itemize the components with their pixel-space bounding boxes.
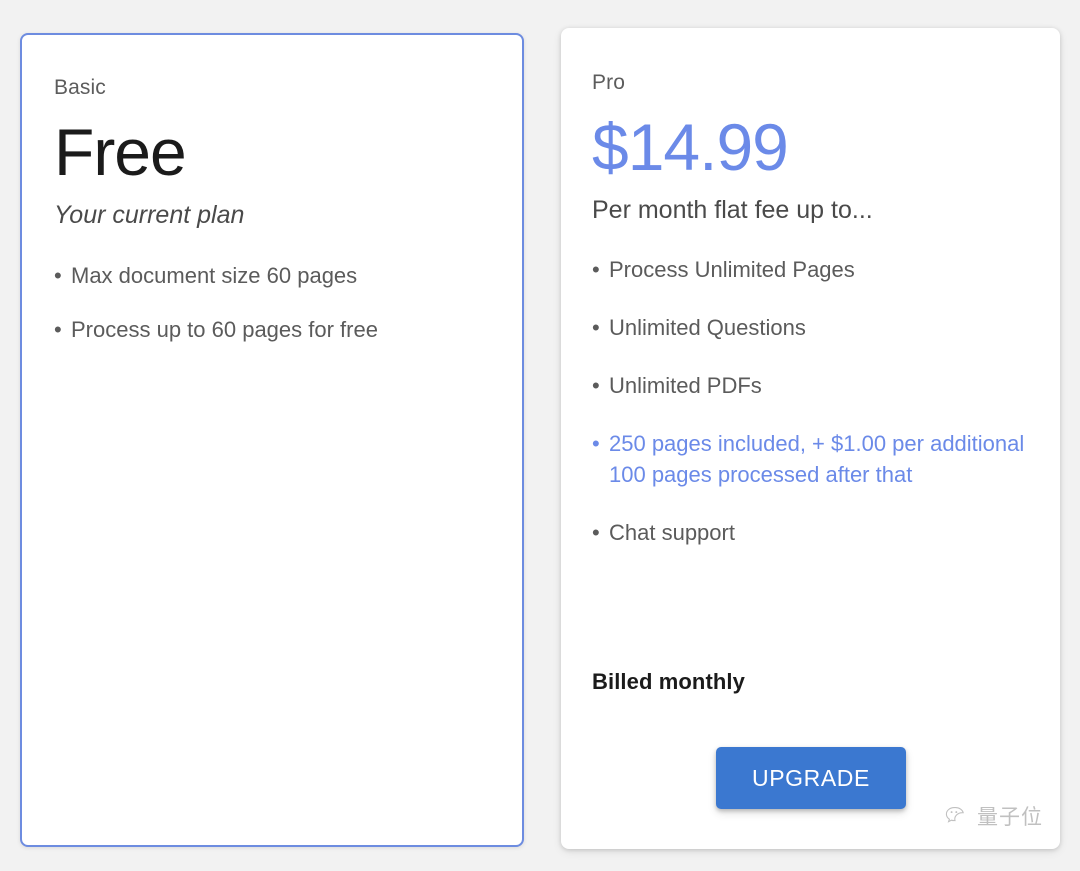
bullet-icon: • xyxy=(592,373,600,398)
plan-card-basic[interactable]: Basic Free Your current plan • Max docum… xyxy=(20,33,524,847)
plan-card-pro-content: Pro $14.99 Per month flat fee up to... •… xyxy=(561,28,1060,849)
bullet-icon: • xyxy=(54,263,62,288)
bullet-icon: • xyxy=(54,317,62,342)
bullet-icon: • xyxy=(592,315,600,340)
plan-price-pro: $14.99 xyxy=(592,110,789,184)
feature-item: • Process Unlimited Pages xyxy=(592,254,1028,285)
billing-note: Billed monthly xyxy=(592,669,745,694)
plan-price-basic: Free xyxy=(54,115,187,189)
feature-list-basic: • Max document size 60 pages • Process u… xyxy=(54,260,490,345)
plan-subtitle-pro: Per month flat fee up to... xyxy=(592,196,873,224)
plan-subtitle-basic: Your current plan xyxy=(54,201,245,229)
feature-text: 250 pages included, + $1.00 per addition… xyxy=(609,431,1025,487)
pricing-plans-container: Basic Free Your current plan • Max docum… xyxy=(0,0,1080,871)
bullet-icon: • xyxy=(592,520,600,545)
feature-item: • Max document size 60 pages xyxy=(54,260,490,291)
feature-item: • Chat support xyxy=(592,517,1028,548)
feature-item: • Process up to 60 pages for free xyxy=(54,314,490,345)
feature-text: Process up to 60 pages for free xyxy=(71,317,378,342)
feature-item: • Unlimited Questions xyxy=(592,312,1028,343)
bullet-icon: • xyxy=(592,431,600,456)
feature-text: Unlimited PDFs xyxy=(609,373,762,398)
plan-name-pro: Pro xyxy=(592,71,625,94)
feature-text: Process Unlimited Pages xyxy=(609,257,855,282)
bullet-icon: • xyxy=(592,257,600,282)
feature-text: Unlimited Questions xyxy=(609,315,806,340)
feature-item: • Unlimited PDFs xyxy=(592,370,1028,401)
plan-card-basic-content: Basic Free Your current plan • Max docum… xyxy=(22,35,522,845)
feature-text: Max document size 60 pages xyxy=(71,263,358,288)
feature-list-pro: • Process Unlimited Pages • Unlimited Qu… xyxy=(592,254,1028,548)
plan-card-pro[interactable]: Pro $14.99 Per month flat fee up to... •… xyxy=(561,28,1060,849)
upgrade-button[interactable]: UPGRADE xyxy=(716,747,906,809)
plan-name-basic: Basic xyxy=(54,76,106,99)
feature-item-highlighted: • 250 pages included, + $1.00 per additi… xyxy=(592,428,1028,490)
feature-text: Chat support xyxy=(609,520,735,545)
